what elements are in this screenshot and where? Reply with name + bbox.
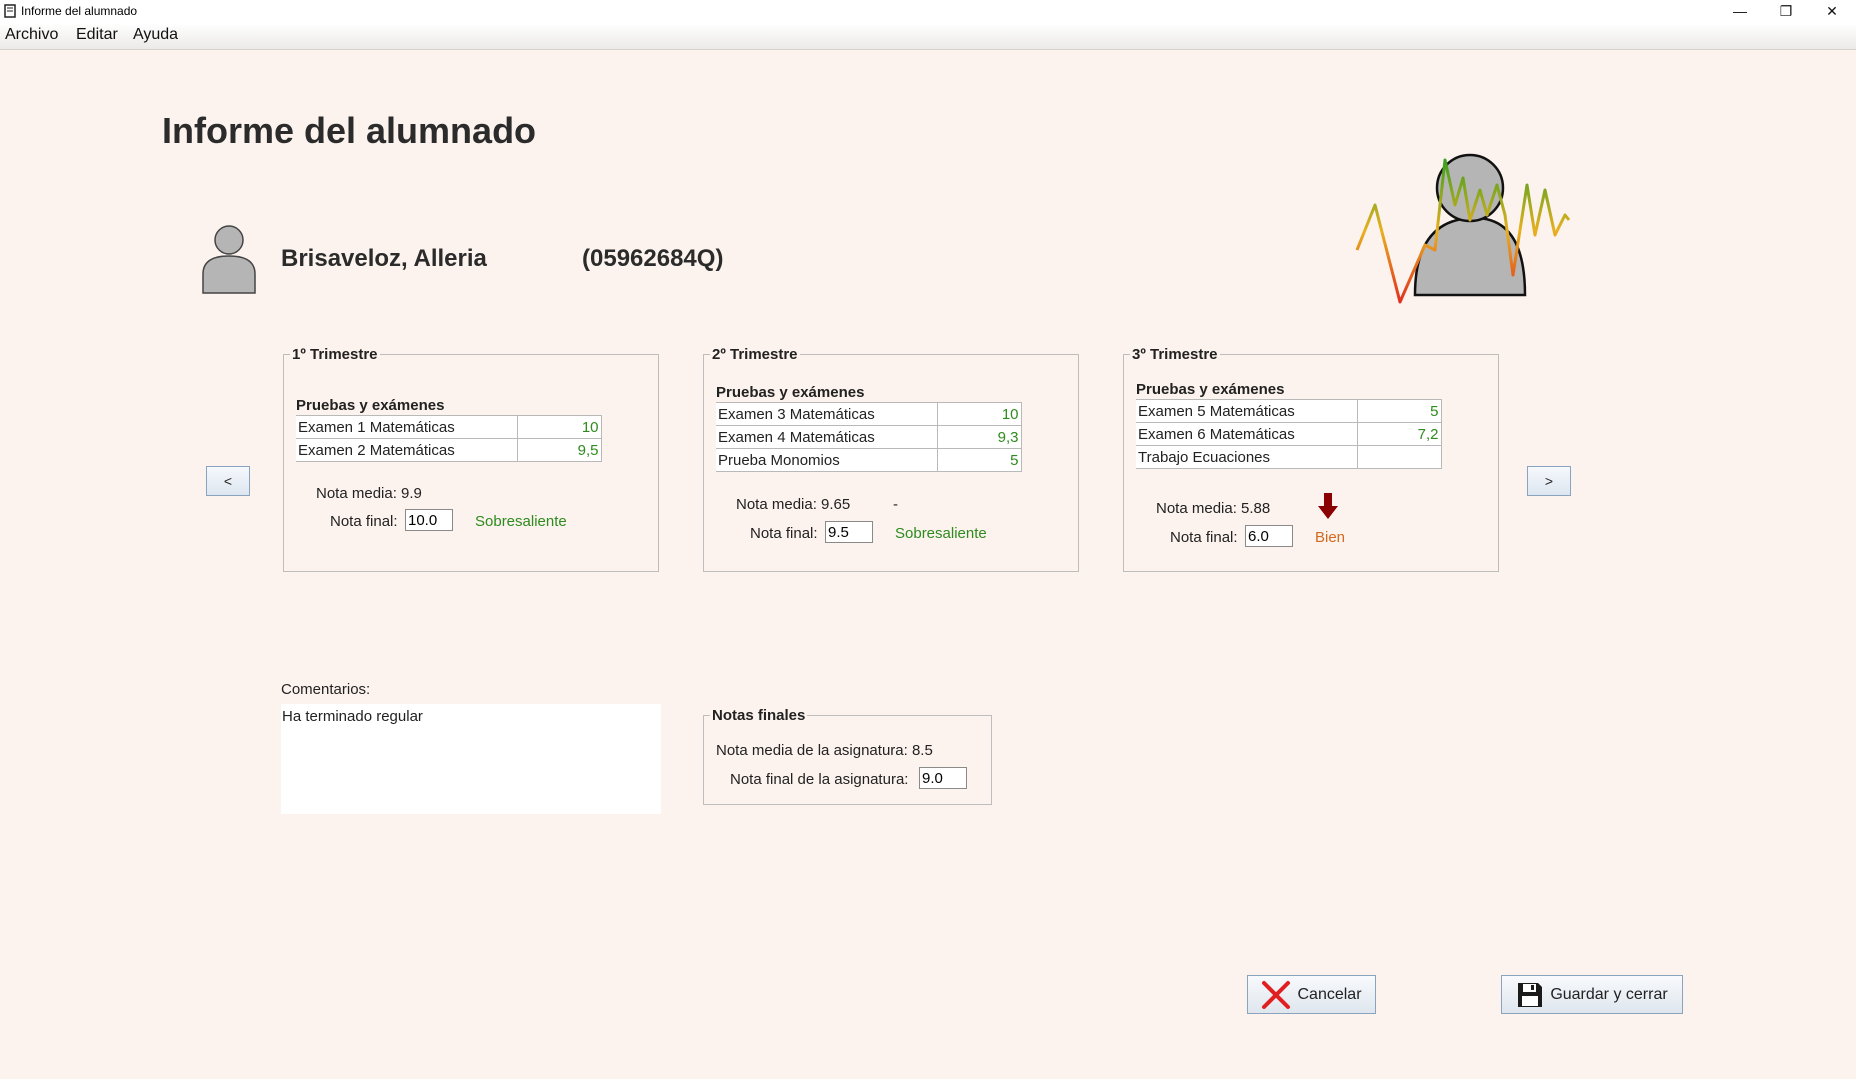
student-id: (05962684Q) — [582, 245, 724, 272]
exam-grade[interactable] — [1357, 445, 1442, 469]
term-2-final-input[interactable] — [825, 521, 873, 543]
close-window-button[interactable]: ✕ — [1809, 0, 1855, 23]
comments-label: Comentarios: — [281, 681, 371, 698]
menu-archivo[interactable]: Archivo — [5, 26, 58, 44]
down-arrow-icon — [1318, 493, 1338, 519]
exam-name[interactable]: Examen 3 Matemáticas — [716, 402, 938, 426]
menu-editar[interactable]: Editar — [76, 26, 118, 44]
exam-grade[interactable]: 5 — [1357, 399, 1442, 423]
exam-grade[interactable]: 7,2 — [1357, 422, 1442, 446]
exam-name[interactable]: Examen 6 Matemáticas — [1136, 422, 1358, 446]
exam-grade[interactable]: 10 — [517, 415, 602, 439]
menu-bar: Archivo Editar Ayuda — [0, 23, 1856, 50]
page-title: Informe del alumnado — [162, 110, 537, 151]
cancel-label: Cancelar — [1297, 985, 1362, 1003]
table-row[interactable]: Examen 5 Matemáticas 5 — [1136, 399, 1442, 423]
exam-grade[interactable]: 10 — [937, 402, 1022, 426]
term-2-title: 2º Trimestre — [710, 346, 800, 363]
term-1-grades-table: Examen 1 Matemáticas 10 Examen 2 Matemát… — [296, 415, 602, 462]
save-label: Guardar y cerrar — [1550, 985, 1668, 1003]
exam-grade[interactable]: 5 — [937, 448, 1022, 472]
term-2-average: Nota media: 9.65 — [736, 496, 851, 513]
exam-grade[interactable]: 9,3 — [937, 425, 1022, 449]
exam-name[interactable]: Examen 5 Matemáticas — [1136, 399, 1358, 423]
term-3-title: 3º Trimestre — [1130, 346, 1220, 363]
table-row[interactable]: Examen 3 Matemáticas 10 — [716, 402, 1022, 426]
menu-ayuda[interactable]: Ayuda — [133, 26, 178, 44]
window-titlebar: Informe del alumnado — ❐ ✕ — [0, 0, 1856, 23]
term-3-final-label: Nota final: — [1170, 529, 1238, 546]
term-3-subtitle: Pruebas y exámenes — [1136, 381, 1285, 398]
table-row[interactable]: Examen 1 Matemáticas 10 — [296, 415, 602, 439]
restore-button[interactable]: ❐ — [1763, 0, 1809, 23]
term-1-average: Nota media: 9.9 — [316, 485, 422, 502]
student-chart-logo-icon — [1355, 153, 1570, 304]
term-3-grade-word: Bien — [1315, 529, 1346, 546]
table-row[interactable]: Prueba Monomios 5 — [716, 448, 1022, 472]
table-row[interactable]: Examen 2 Matemáticas 9,5 — [296, 438, 602, 462]
minimize-button[interactable]: — — [1717, 0, 1763, 23]
term-2-trend: - — [893, 496, 898, 513]
table-row[interactable]: Examen 4 Matemáticas 9,3 — [716, 425, 1022, 449]
term-3-panel: 3º Trimestre Pruebas y exámenes Examen 5… — [1123, 346, 1499, 572]
term-3-final-input[interactable] — [1245, 525, 1293, 547]
term-1-final-input[interactable] — [405, 509, 453, 531]
subject-final-input[interactable] — [919, 767, 967, 789]
exam-name[interactable]: Trabajo Ecuaciones — [1136, 445, 1358, 469]
term-2-final-label: Nota final: — [750, 525, 818, 542]
red-x-icon — [1262, 980, 1291, 1009]
final-grades-title: Notas finales — [710, 707, 808, 724]
exam-name[interactable]: Examen 2 Matemáticas — [296, 438, 518, 462]
table-row[interactable]: Examen 6 Matemáticas 7,2 — [1136, 422, 1442, 446]
term-3-grades-table: Examen 5 Matemáticas 5 Examen 6 Matemáti… — [1136, 399, 1442, 469]
exam-name[interactable]: Examen 1 Matemáticas — [296, 415, 518, 439]
term-1-subtitle: Pruebas y exámenes — [296, 397, 445, 414]
term-2-panel: 2º Trimestre Pruebas y exámenes Examen 3… — [703, 346, 1079, 572]
term-2-grade-word: Sobresaliente — [895, 525, 987, 542]
user-avatar-icon — [202, 225, 256, 294]
floppy-disk-icon — [1518, 982, 1543, 1007]
window-title: Informe del alumnado — [21, 4, 138, 18]
final-grades-panel: Notas finales Nota media de la asignatur… — [703, 707, 992, 805]
term-1-title: 1º Trimestre — [290, 346, 380, 363]
term-2-grades-table: Examen 3 Matemáticas 10 Examen 4 Matemát… — [716, 402, 1022, 472]
exam-grade[interactable]: 9,5 — [517, 438, 602, 462]
term-1-final-label: Nota final: — [330, 513, 398, 530]
subject-final-label: Nota final de la asignatura: — [730, 771, 909, 788]
subject-average: Nota media de la asignatura: 8.5 — [716, 742, 933, 759]
next-button[interactable]: > — [1527, 466, 1571, 496]
cancel-button[interactable]: Cancelar — [1247, 975, 1376, 1014]
comments-textarea[interactable]: Ha terminado regular — [281, 704, 661, 814]
term-2-subtitle: Pruebas y exámenes — [716, 384, 865, 401]
student-name: Brisaveloz, Alleria — [281, 245, 487, 272]
term-3-average: Nota media: 5.88 — [1156, 500, 1271, 517]
exam-name[interactable]: Examen 4 Matemáticas — [716, 425, 938, 449]
term-1-grade-word: Sobresaliente — [475, 513, 567, 530]
previous-button[interactable]: < — [206, 466, 250, 496]
save-and-close-button[interactable]: Guardar y cerrar — [1501, 975, 1683, 1014]
table-row[interactable]: Trabajo Ecuaciones — [1136, 445, 1442, 469]
app-icon — [4, 4, 16, 18]
term-1-panel: 1º Trimestre Pruebas y exámenes Examen 1… — [283, 346, 659, 572]
exam-name[interactable]: Prueba Monomios — [716, 448, 938, 472]
